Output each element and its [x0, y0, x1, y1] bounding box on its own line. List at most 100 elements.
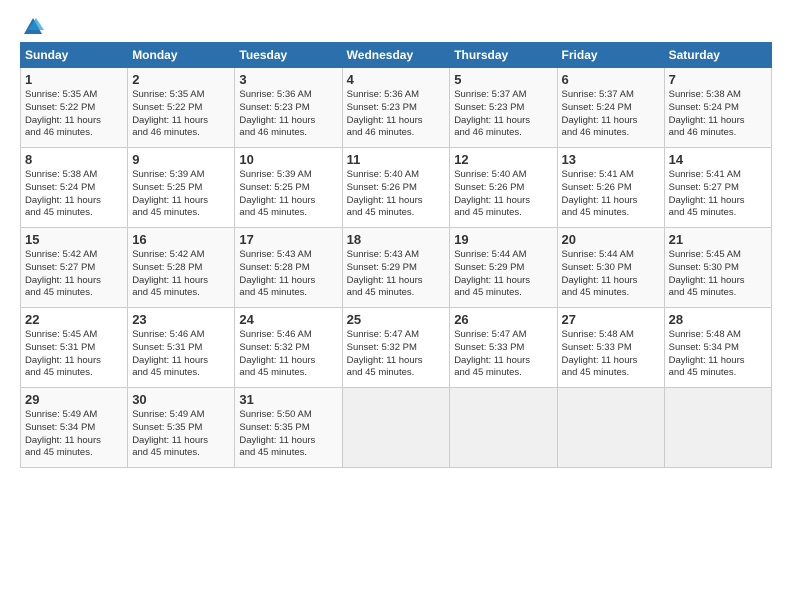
day-info: Sunrise: 5:49 AMSunset: 5:35 PMDaylight:… [132, 409, 208, 458]
day-info: Sunrise: 5:35 AMSunset: 5:22 PMDaylight:… [25, 89, 101, 138]
day-number: 8 [25, 152, 123, 167]
header-monday: Monday [128, 43, 235, 68]
day-number: 2 [132, 72, 230, 87]
table-row: 27 Sunrise: 5:48 AMSunset: 5:33 PMDayligh… [557, 308, 664, 388]
table-row: 6 Sunrise: 5:37 AMSunset: 5:24 PMDaylight… [557, 68, 664, 148]
day-number: 22 [25, 312, 123, 327]
header-friday: Friday [557, 43, 664, 68]
table-row: 19 Sunrise: 5:44 AMSunset: 5:29 PMDayligh… [450, 228, 557, 308]
table-row: 18Sunrise: 5:43 AMSunset: 5:29 PMDayligh… [342, 228, 450, 308]
table-row: 11 Sunrise: 5:40 AMSunset: 5:26 PMDayligh… [342, 148, 450, 228]
table-row: 7 Sunrise: 5:38 AMSunset: 5:24 PMDaylight… [664, 68, 771, 148]
logo [20, 16, 44, 34]
day-info: Sunrise: 5:37 AMSunset: 5:24 PMDaylight:… [562, 89, 638, 138]
table-row: 5Sunrise: 5:37 AMSunset: 5:23 PMDaylight… [450, 68, 557, 148]
day-number: 16 [132, 232, 230, 247]
day-number: 17 [239, 232, 337, 247]
day-info: Sunrise: 5:48 AMSunset: 5:33 PMDaylight:… [562, 329, 638, 378]
day-number: 29 [25, 392, 123, 407]
day-number: 19 [454, 232, 552, 247]
day-number: 12 [454, 152, 552, 167]
calendar: SundayMondayTuesdayWednesdayThursdayFrid… [20, 42, 772, 468]
day-number: 13 [562, 152, 660, 167]
table-row: 30 Sunrise: 5:49 AMSunset: 5:35 PMDayligh… [128, 388, 235, 468]
day-info: Sunrise: 5:42 AMSunset: 5:28 PMDaylight:… [132, 249, 208, 298]
day-number: 9 [132, 152, 230, 167]
day-info: Sunrise: 5:40 AMSunset: 5:26 PMDaylight:… [454, 169, 530, 218]
day-number: 3 [239, 72, 337, 87]
calendar-body: 1 Sunrise: 5:35 AMSunset: 5:22 PMDaylight… [21, 68, 772, 468]
calendar-row: 1 Sunrise: 5:35 AMSunset: 5:22 PMDaylight… [21, 68, 772, 148]
table-row: 12 Sunrise: 5:40 AMSunset: 5:26 PMDayligh… [450, 148, 557, 228]
day-number: 7 [669, 72, 767, 87]
day-number: 1 [25, 72, 123, 87]
day-info: Sunrise: 5:47 AMSunset: 5:32 PMDaylight:… [347, 329, 423, 378]
day-info: Sunrise: 5:45 AMSunset: 5:30 PMDaylight:… [669, 249, 745, 298]
day-number: 4 [347, 72, 446, 87]
table-row: 25 Sunrise: 5:47 AMSunset: 5:32 PMDayligh… [342, 308, 450, 388]
day-info: Sunrise: 5:47 AMSunset: 5:33 PMDaylight:… [454, 329, 530, 378]
header [20, 16, 772, 34]
day-info: Sunrise: 5:46 AMSunset: 5:32 PMDaylight:… [239, 329, 315, 378]
table-row: 1 Sunrise: 5:35 AMSunset: 5:22 PMDaylight… [21, 68, 128, 148]
day-info: Sunrise: 5:38 AMSunset: 5:24 PMDaylight:… [669, 89, 745, 138]
day-number: 23 [132, 312, 230, 327]
day-number: 15 [25, 232, 123, 247]
day-number: 14 [669, 152, 767, 167]
day-info: Sunrise: 5:41 AMSunset: 5:26 PMDaylight:… [562, 169, 638, 218]
calendar-header-row: SundayMondayTuesdayWednesdayThursdayFrid… [21, 43, 772, 68]
calendar-row: 15 Sunrise: 5:42 AMSunset: 5:27 PMDayligh… [21, 228, 772, 308]
day-number: 27 [562, 312, 660, 327]
table-row: 21 Sunrise: 5:45 AMSunset: 5:30 PMDayligh… [664, 228, 771, 308]
calendar-row: 22 Sunrise: 5:45 AMSunset: 5:31 PMDayligh… [21, 308, 772, 388]
header-sunday: Sunday [21, 43, 128, 68]
table-row: 24 Sunrise: 5:46 AMSunset: 5:32 PMDayligh… [235, 308, 342, 388]
table-row [664, 388, 771, 468]
table-row: 17 Sunrise: 5:43 AMSunset: 5:28 PMDayligh… [235, 228, 342, 308]
day-number: 6 [562, 72, 660, 87]
day-number: 5 [454, 72, 552, 87]
day-info: Sunrise: 5:49 AMSunset: 5:34 PMDaylight:… [25, 409, 101, 458]
day-info: Sunrise: 5:36 AMSunset: 5:23 PMDaylight:… [347, 89, 423, 138]
day-info: Sunrise: 5:39 AMSunset: 5:25 PMDaylight:… [132, 169, 208, 218]
table-row [557, 388, 664, 468]
header-saturday: Saturday [664, 43, 771, 68]
calendar-row: 8Sunrise: 5:38 AMSunset: 5:24 PMDaylight… [21, 148, 772, 228]
day-number: 21 [669, 232, 767, 247]
table-row: 20 Sunrise: 5:44 AMSunset: 5:30 PMDayligh… [557, 228, 664, 308]
page: SundayMondayTuesdayWednesdayThursdayFrid… [0, 0, 792, 478]
day-info: Sunrise: 5:46 AMSunset: 5:31 PMDaylight:… [132, 329, 208, 378]
header-thursday: Thursday [450, 43, 557, 68]
day-info: Sunrise: 5:45 AMSunset: 5:31 PMDaylight:… [25, 329, 101, 378]
day-info: Sunrise: 5:43 AMSunset: 5:28 PMDaylight:… [239, 249, 315, 298]
day-number: 26 [454, 312, 552, 327]
day-number: 30 [132, 392, 230, 407]
table-row: 4 Sunrise: 5:36 AMSunset: 5:23 PMDaylight… [342, 68, 450, 148]
day-number: 31 [239, 392, 337, 407]
table-row: 10Sunrise: 5:39 AMSunset: 5:25 PMDayligh… [235, 148, 342, 228]
day-info: Sunrise: 5:44 AMSunset: 5:30 PMDaylight:… [562, 249, 638, 298]
table-row: 2 Sunrise: 5:35 AMSunset: 5:22 PMDaylight… [128, 68, 235, 148]
day-info: Sunrise: 5:36 AMSunset: 5:23 PMDaylight:… [239, 89, 315, 138]
table-row: 13 Sunrise: 5:41 AMSunset: 5:26 PMDayligh… [557, 148, 664, 228]
table-row [342, 388, 450, 468]
table-row: 8Sunrise: 5:38 AMSunset: 5:24 PMDaylight… [21, 148, 128, 228]
day-number: 20 [562, 232, 660, 247]
day-info: Sunrise: 5:42 AMSunset: 5:27 PMDaylight:… [25, 249, 101, 298]
day-info: Sunrise: 5:44 AMSunset: 5:29 PMDaylight:… [454, 249, 530, 298]
table-row: 22 Sunrise: 5:45 AMSunset: 5:31 PMDayligh… [21, 308, 128, 388]
table-row: 9 Sunrise: 5:39 AMSunset: 5:25 PMDaylight… [128, 148, 235, 228]
header-tuesday: Tuesday [235, 43, 342, 68]
header-wednesday: Wednesday [342, 43, 450, 68]
calendar-row: 29 Sunrise: 5:49 AMSunset: 5:34 PMDayligh… [21, 388, 772, 468]
day-number: 25 [347, 312, 446, 327]
table-row: 14Sunrise: 5:41 AMSunset: 5:27 PMDayligh… [664, 148, 771, 228]
table-row [450, 388, 557, 468]
day-info: Sunrise: 5:40 AMSunset: 5:26 PMDaylight:… [347, 169, 423, 218]
day-number: 11 [347, 152, 446, 167]
logo-icon [22, 16, 44, 38]
day-number: 18 [347, 232, 446, 247]
day-info: Sunrise: 5:48 AMSunset: 5:34 PMDaylight:… [669, 329, 745, 378]
day-number: 24 [239, 312, 337, 327]
day-info: Sunrise: 5:35 AMSunset: 5:22 PMDaylight:… [132, 89, 208, 138]
